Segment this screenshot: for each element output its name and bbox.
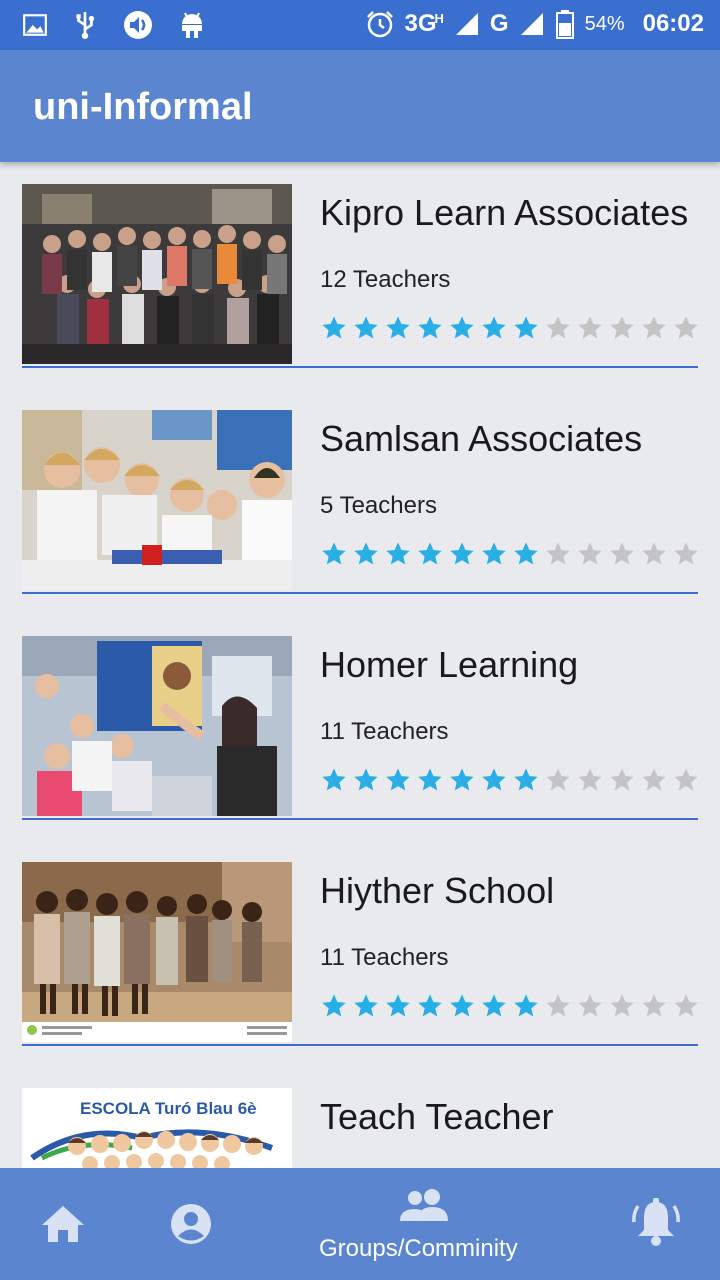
group-name: Samlsan Associates — [320, 418, 643, 459]
star-empty-icon — [578, 994, 602, 1017]
list-item-group[interactable]: Hiyther School 11 Teachers — [22, 862, 698, 1046]
teacher-count: 5 Teachers — [320, 492, 437, 519]
star-filled-icon — [514, 768, 538, 791]
star-empty-icon — [642, 768, 666, 791]
star-empty-icon — [610, 542, 634, 565]
status-bar: 3G H G 54% 06:02 — [0, 0, 720, 50]
teacher-count: 12 Teachers — [320, 266, 451, 293]
star-filled-icon — [354, 542, 378, 565]
network-type-h: H — [434, 10, 444, 26]
star-filled-icon — [514, 316, 538, 339]
list-item-group[interactable]: Kipro Learn Associates 12 Teachers — [22, 184, 698, 368]
star-filled-icon — [322, 542, 346, 565]
list-item-group[interactable]: Samlsan Associates 5 Teachers — [22, 410, 698, 594]
star-filled-icon — [322, 316, 346, 339]
star-filled-icon — [386, 994, 410, 1017]
signal-icon — [455, 13, 478, 35]
gallery-icon — [23, 14, 47, 36]
star-filled-icon — [418, 316, 442, 339]
star-filled-icon — [354, 768, 378, 791]
star-empty-icon — [610, 994, 634, 1017]
battery-percent: 54% — [584, 12, 625, 35]
star-empty-icon — [674, 994, 698, 1017]
group-thumbnail — [22, 862, 292, 1042]
star-empty-icon — [546, 316, 570, 339]
account-icon — [171, 1204, 211, 1244]
star-empty-icon — [578, 542, 602, 565]
star-filled-icon — [418, 768, 442, 791]
star-empty-icon — [546, 768, 570, 791]
teacher-count: 11 Teachers — [320, 944, 449, 971]
star-filled-icon — [322, 768, 346, 791]
star-filled-icon — [482, 542, 506, 565]
star-filled-icon — [482, 994, 506, 1017]
teacher-count: 11 Teachers — [320, 718, 449, 745]
network-type-3g: 3G — [404, 10, 437, 37]
usb-icon — [76, 12, 95, 39]
app-title: uni-Informal — [33, 86, 253, 128]
star-empty-icon — [642, 994, 666, 1017]
home-icon — [42, 1206, 84, 1242]
network-type-g: G — [489, 10, 509, 37]
group-thumbnail — [22, 636, 292, 816]
nav-groups-button[interactable] — [300, 1168, 550, 1280]
star-filled-icon — [386, 316, 410, 339]
battery-icon — [555, 10, 574, 39]
star-filled-icon — [418, 542, 442, 565]
nav-groups-label: Groups/Comminity — [319, 1235, 518, 1262]
groups-icon — [400, 1189, 448, 1221]
star-filled-icon — [450, 316, 474, 339]
signal-icon-2 — [520, 13, 543, 35]
star-filled-icon — [514, 542, 538, 565]
star-filled-icon — [514, 994, 538, 1017]
star-empty-icon — [578, 316, 602, 339]
star-filled-icon — [322, 994, 346, 1017]
rating-stars — [320, 314, 700, 342]
star-filled-icon — [418, 994, 442, 1017]
group-name: Kipro Learn Associates — [320, 192, 689, 233]
thumbnail-caption: ESCOLA Turó Blau 6è — [80, 1099, 257, 1118]
group-thumbnail — [22, 184, 292, 364]
group-thumbnail — [22, 410, 292, 590]
group-name: Homer Learning — [320, 644, 579, 685]
star-empty-icon — [610, 768, 634, 791]
android-icon — [182, 12, 202, 38]
nav-profile-button[interactable] — [160, 1168, 230, 1280]
star-empty-icon — [674, 316, 698, 339]
star-filled-icon — [386, 542, 410, 565]
list-item-group[interactable]: Homer Learning 11 Teachers — [22, 636, 698, 820]
rating-stars — [320, 766, 700, 794]
rating-stars — [320, 992, 700, 1020]
star-filled-icon — [482, 316, 506, 339]
star-empty-icon — [546, 542, 570, 565]
alarm-icon — [366, 11, 393, 38]
star-filled-icon — [450, 994, 474, 1017]
star-filled-icon — [450, 768, 474, 791]
nav-home-button[interactable] — [30, 1168, 100, 1280]
group-name: Teach Teacher — [320, 1096, 554, 1137]
volume-icon — [124, 11, 152, 39]
star-filled-icon — [354, 994, 378, 1017]
rating-stars — [320, 540, 700, 568]
star-empty-icon — [674, 542, 698, 565]
group-thumbnail: ESCOLA Turó Blau 6è — [22, 1088, 292, 1168]
list-item-group[interactable]: ESCOLA Turó Blau 6è Teach Teacher — [22, 1088, 698, 1168]
star-empty-icon — [642, 542, 666, 565]
app-bar: uni-Informal — [0, 50, 720, 162]
group-name: Hiyther School — [320, 870, 555, 911]
groups-list[interactable]: Kipro Learn Associates 12 Teachers Samls… — [0, 162, 720, 1168]
star-empty-icon — [578, 768, 602, 791]
star-filled-icon — [354, 316, 378, 339]
star-empty-icon — [546, 994, 570, 1017]
star-filled-icon — [450, 542, 474, 565]
star-empty-icon — [642, 316, 666, 339]
bell-icon — [632, 1198, 680, 1246]
nav-notifications-button[interactable] — [620, 1168, 700, 1280]
star-filled-icon — [482, 768, 506, 791]
clock: 06:02 — [642, 10, 704, 37]
star-empty-icon — [674, 768, 698, 791]
star-filled-icon — [386, 768, 410, 791]
bottom-navigation: Groups/Comminity — [0, 1168, 720, 1280]
star-empty-icon — [610, 316, 634, 339]
